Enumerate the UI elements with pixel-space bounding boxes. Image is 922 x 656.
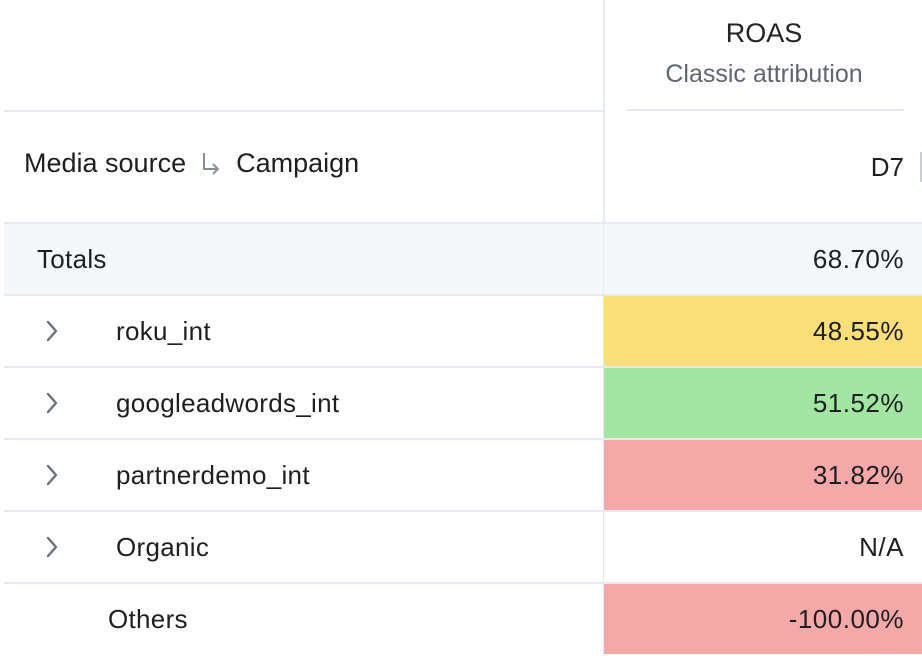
table-row[interactable]: Others -100.00% [4,584,922,654]
row-value-cell: 48.55% [604,296,922,366]
header-blank-cell [4,0,603,112]
row-label: partnerdemo_int [116,460,310,490]
column-header-row: Media source Campaign D7 [4,112,922,224]
row-label: Organic [116,532,210,562]
row-value-cell: 31.82% [604,440,922,510]
row-value-cell: 68.70% [604,224,922,294]
row-label: Totals [37,244,107,274]
nested-arrow-icon [200,150,222,178]
row-value-cell: 51.52% [604,368,922,438]
row-value: 31.82% [812,460,904,490]
row-label: googleadwords_int [116,388,340,418]
chevron-right-icon[interactable] [42,534,62,560]
row-label-cell: Totals [4,224,603,294]
metric-header-divider [626,109,904,111]
row-value: 51.52% [812,388,904,418]
metric-title: ROAS [725,18,803,48]
row-label-cell: Others [4,584,603,654]
metric-subtitle: Classic attribution [665,60,863,88]
row-label-cell: partnerdemo_int [4,440,603,510]
row-value: 48.55% [812,316,904,346]
totals-row[interactable]: Totals 68.70% [4,224,922,296]
row-label: Others [108,604,188,634]
chevron-right-icon[interactable] [42,318,62,344]
row-value-cell: N/A [604,512,922,582]
row-value: 68.70% [812,244,904,274]
dimension-header[interactable]: Media source Campaign [24,148,359,179]
metric-header[interactable]: ROAS Classic attribution [606,0,922,112]
dimension-secondary-label: Campaign [236,148,360,178]
row-value-cell: -100.00% [604,584,922,654]
dimension-primary-label: Media source [24,148,187,178]
column-divider-body [603,222,604,656]
period-header[interactable]: D7 [871,152,904,183]
table-row[interactable]: roku_int 48.55% [4,296,922,368]
row-label-cell: Organic [4,512,603,582]
table-row[interactable]: Organic N/A [4,512,922,584]
row-label-cell: googleadwords_int [4,368,603,438]
chevron-right-icon[interactable] [42,390,62,416]
row-value: N/A [859,532,904,562]
table-row[interactable]: partnerdemo_int 31.82% [4,440,922,512]
row-label-cell: roku_int [4,296,603,366]
row-value: -100.00% [788,604,904,634]
data-table: ROAS Classic attribution Media source Ca… [4,0,922,656]
table-row[interactable]: googleadwords_int 51.52% [4,368,922,440]
row-label: roku_int [116,316,211,346]
chevron-right-icon[interactable] [42,462,62,488]
